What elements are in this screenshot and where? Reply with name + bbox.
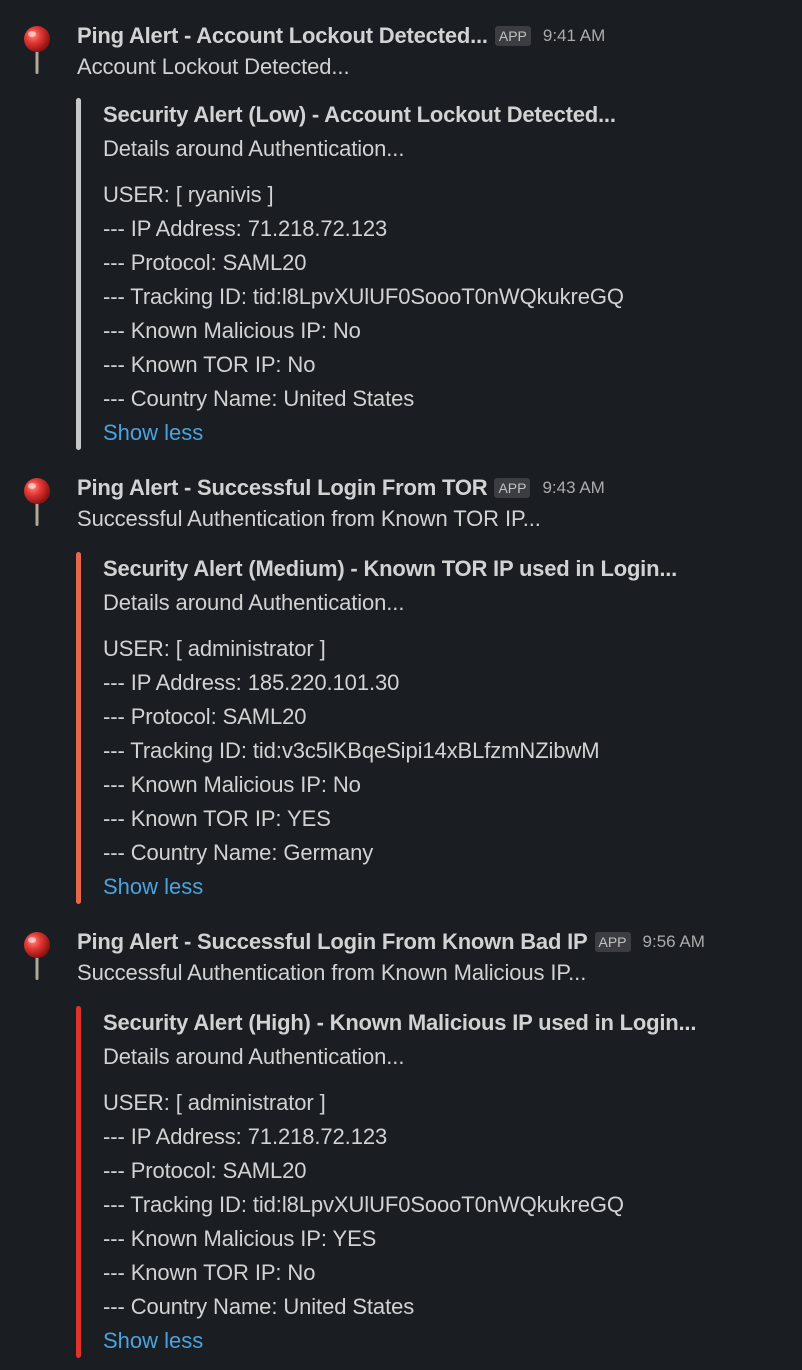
pushpin-icon[interactable] [20, 476, 54, 528]
attachment-line: --- Protocol: SAML20 [103, 250, 307, 275]
attachment-subtitle: Details around Authentication... [103, 1044, 405, 1069]
attachment-line: --- Known Malicious IP: No [103, 772, 361, 797]
attachment-subtitle: Details around Authentication... [103, 136, 405, 161]
message-header: Ping Alert - Successful Login From TOR A… [77, 472, 605, 504]
attachment-title: Security Alert (High) - Known Malicious … [103, 1010, 697, 1035]
attachment-color-bar [76, 98, 81, 450]
attachment-color-bar [76, 1006, 81, 1358]
message-text: Account Lockout Detected... [77, 54, 350, 79]
attachment-line: --- Tracking ID: tid:l8LpvXUlUF0SoooT0nW… [103, 284, 624, 309]
attachment-color-bar [76, 552, 81, 904]
attachment-line: USER: [ administrator ] [103, 1090, 326, 1115]
attachment-line: USER: [ ryanivis ] [103, 182, 274, 207]
pushpin-icon[interactable] [20, 930, 54, 982]
attachment-line: --- Country Name: United States [103, 386, 415, 411]
sender-name[interactable]: Ping Alert - Account Lockout Detected... [77, 23, 488, 49]
message-header: Ping Alert - Account Lockout Detected...… [77, 20, 605, 52]
app-badge: APP [494, 26, 531, 46]
attachment-line: --- IP Address: 71.218.72.123 [103, 216, 388, 241]
timestamp[interactable]: 9:43 AM [542, 478, 604, 498]
app-badge: APP [594, 932, 631, 952]
attachment-line: --- Known Malicious IP: YES [103, 1226, 377, 1251]
attachment-line: --- Tracking ID: tid:v3c5lKBqeSipi14xBLf… [103, 738, 600, 763]
attachment-line: --- Known TOR IP: YES [103, 806, 331, 831]
message-text: Successful Authentication from Known TOR… [77, 506, 541, 531]
attachment-title: Security Alert (Low) - Account Lockout D… [103, 102, 616, 127]
message-text: Successful Authentication from Known Mal… [77, 960, 587, 985]
attachment: Security Alert (Low) - Account Lockout D… [76, 98, 776, 450]
attachment-line: --- Tracking ID: tid:l8LpvXUlUF0SoooT0nW… [103, 1192, 624, 1217]
message-header: Ping Alert - Successful Login From Known… [77, 926, 705, 958]
timestamp[interactable]: 9:56 AM [643, 932, 705, 952]
attachment: Security Alert (Medium) - Known TOR IP u… [76, 552, 776, 904]
show-less-link[interactable]: Show less [103, 416, 624, 450]
attachment-title: Security Alert (Medium) - Known TOR IP u… [103, 556, 678, 581]
sender-name[interactable]: Ping Alert - Successful Login From TOR [77, 475, 488, 501]
attachment-line: --- Known Malicious IP: No [103, 318, 361, 343]
show-less-link[interactable]: Show less [103, 1324, 696, 1358]
attachment-line: --- IP Address: 71.218.72.123 [103, 1124, 388, 1149]
pushpin-icon[interactable] [20, 24, 54, 76]
show-less-link[interactable]: Show less [103, 870, 677, 904]
attachment-line: --- Protocol: SAML20 [103, 1158, 307, 1183]
app-badge: APP [494, 478, 531, 498]
attachment-line: --- Protocol: SAML20 [103, 704, 307, 729]
sender-name[interactable]: Ping Alert - Successful Login From Known… [77, 929, 588, 955]
attachment-line: --- Known TOR IP: No [103, 352, 316, 377]
attachment-line: --- Country Name: United States [103, 1294, 415, 1319]
attachment-line: USER: [ administrator ] [103, 636, 326, 661]
attachment-line: --- Known TOR IP: No [103, 1260, 316, 1285]
attachment-subtitle: Details around Authentication... [103, 590, 405, 615]
attachment: Security Alert (High) - Known Malicious … [76, 1006, 776, 1358]
timestamp[interactable]: 9:41 AM [543, 26, 605, 46]
attachment-line: --- IP Address: 185.220.101.30 [103, 670, 400, 695]
attachment-line: --- Country Name: Germany [103, 840, 374, 865]
